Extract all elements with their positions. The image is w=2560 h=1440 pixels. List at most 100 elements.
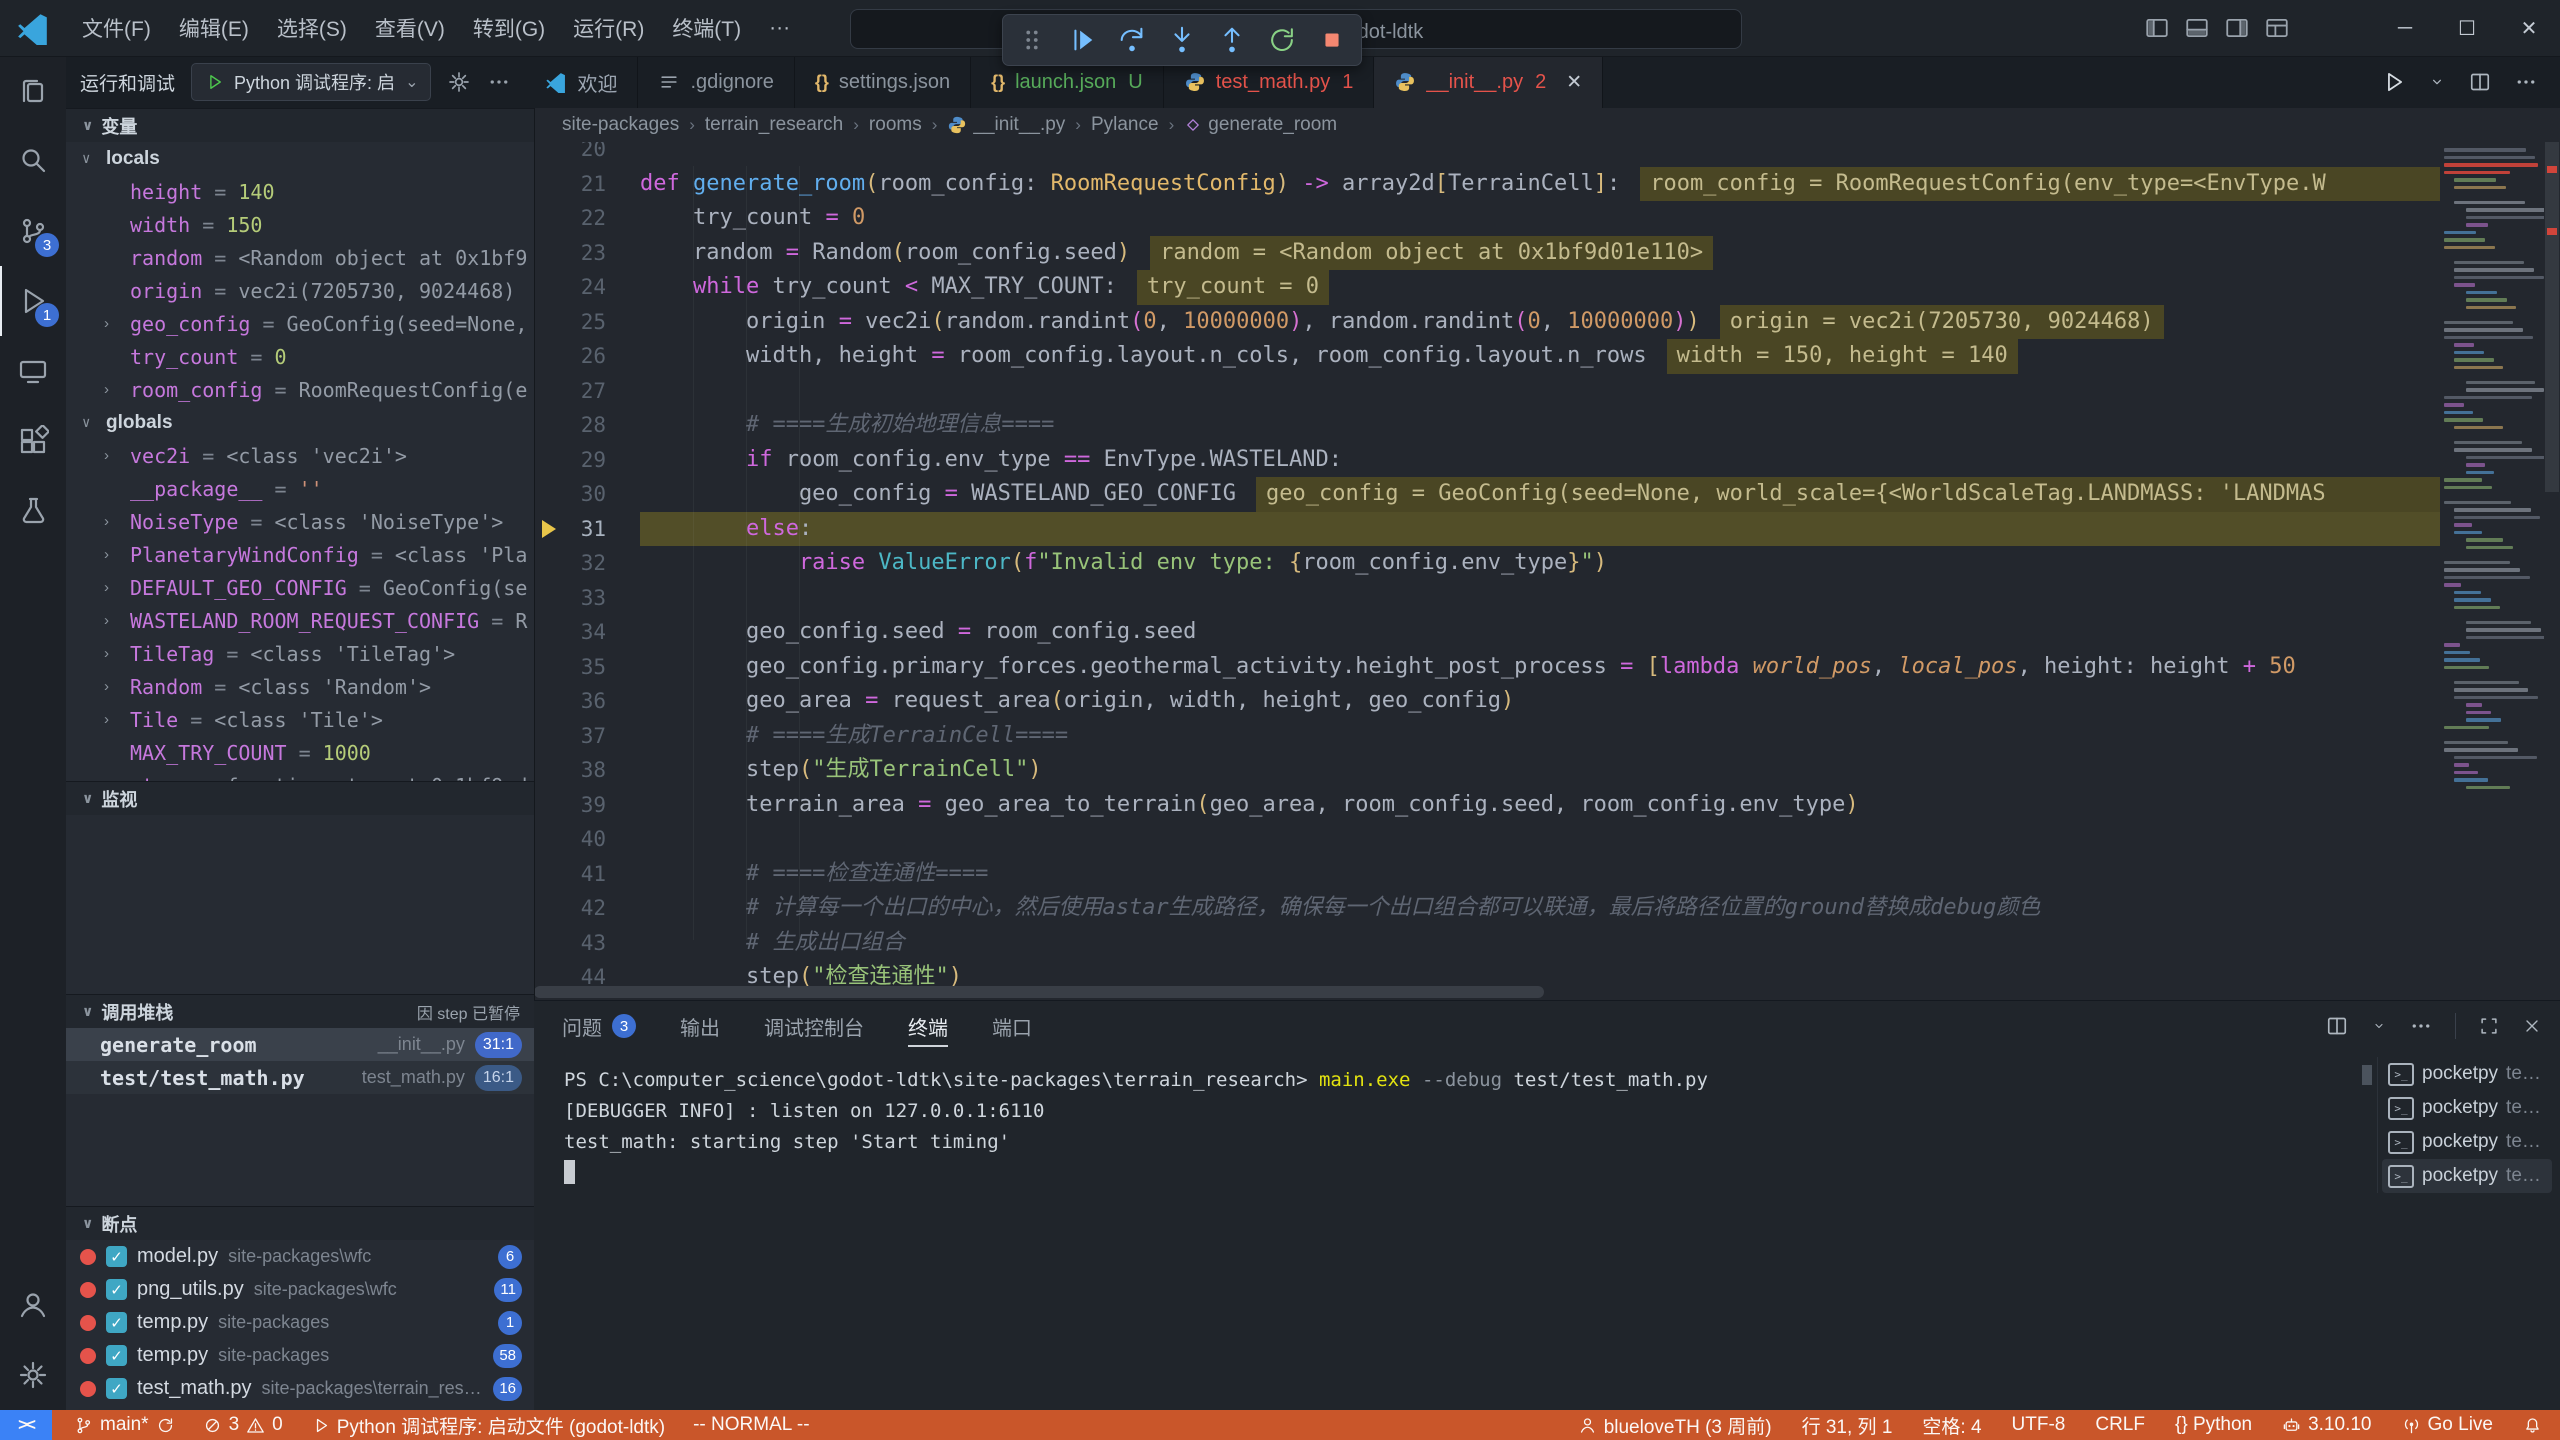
code-editor[interactable]: 2021def generate_room(room_config: RoomR… bbox=[534, 142, 2560, 1000]
variable-row[interactable]: width = 150 bbox=[66, 208, 534, 241]
step-into-button-icon[interactable] bbox=[1167, 25, 1197, 55]
status-problems[interactable]: 30 bbox=[203, 1414, 283, 1436]
code-line-30[interactable]: 30 geo_config = WASTELAND_GEO_CONFIGgeo_… bbox=[534, 477, 2560, 512]
run-dropdown-icon[interactable] bbox=[2428, 73, 2446, 91]
menu-item[interactable]: 运行(R) bbox=[559, 8, 658, 48]
code-line-21[interactable]: 21def generate_room(room_config: RoomReq… bbox=[534, 167, 2560, 202]
breakpoint-row[interactable]: ✓test_math.pysite-packages\terrain_res…1… bbox=[66, 1372, 534, 1405]
panel-tab-终端[interactable]: 终端 bbox=[908, 1001, 948, 1051]
overview-ruler[interactable] bbox=[2544, 142, 2560, 1000]
continue-button-icon[interactable] bbox=[1067, 25, 1097, 55]
terminal-list-item[interactable]: >_pocketpyte… bbox=[2382, 1057, 2552, 1091]
panel-tab-端口[interactable]: 端口 bbox=[992, 1001, 1032, 1051]
variable-row[interactable]: ›geo_config = GeoConfig(seed=None, wor… bbox=[66, 307, 534, 340]
terminal-dropdown-icon[interactable] bbox=[2371, 1018, 2387, 1034]
code-line-37[interactable]: 37 # ====生成TerrainCell==== bbox=[534, 719, 2560, 754]
panel-tab-输出[interactable]: 输出 bbox=[680, 1001, 720, 1051]
variable-row[interactable]: height = 140 bbox=[66, 175, 534, 208]
breadcrumb-item[interactable]: generate_room bbox=[1184, 114, 1337, 136]
menu-item[interactable]: 终端(T) bbox=[658, 8, 755, 48]
code-line-28[interactable]: 28 # ====生成初始地理信息==== bbox=[534, 408, 2560, 443]
breakpoint-row[interactable]: ✓temp.pysite-packages1 bbox=[66, 1306, 534, 1339]
menu-item[interactable]: 编辑(E) bbox=[165, 8, 263, 48]
menu-item[interactable]: 选择(S) bbox=[263, 8, 361, 48]
breakpoint-checkbox[interactable]: ✓ bbox=[106, 1246, 127, 1267]
panel-bottom-icon[interactable] bbox=[2184, 15, 2210, 41]
variable-row[interactable]: ›room_config = RoomRequestConfig(env_t… bbox=[66, 373, 534, 406]
panel-more-actions-icon[interactable] bbox=[2409, 1014, 2433, 1038]
breadcrumb-item[interactable]: rooms bbox=[869, 114, 922, 136]
activity-item-remote-explorer[interactable] bbox=[0, 336, 66, 406]
section-header-breakpoints[interactable]: ∨断点 bbox=[66, 1206, 534, 1240]
code-line-34[interactable]: 34 geo_config.seed = room_config.seed bbox=[534, 615, 2560, 650]
code-line-35[interactable]: 35 geo_config.primary_forces.geothermal_… bbox=[534, 650, 2560, 685]
stack-frame[interactable]: test/test_math.pytest_math.py16:1 bbox=[66, 1061, 534, 1094]
step-out-button-icon[interactable] bbox=[1217, 25, 1247, 55]
breadcrumb-item[interactable]: terrain_research bbox=[705, 114, 843, 136]
editor-more-actions-icon[interactable] bbox=[2514, 70, 2538, 94]
code-line-22[interactable]: 22 try_count = 0 bbox=[534, 201, 2560, 236]
terminal-list-item[interactable]: >_pocketpyte… bbox=[2382, 1125, 2552, 1159]
code-line-24[interactable]: 24 while try_count < MAX_TRY_COUNT:try_c… bbox=[534, 270, 2560, 305]
tab-.gdignore[interactable]: .gdignore bbox=[638, 56, 794, 108]
status-notifications[interactable] bbox=[2523, 1416, 2542, 1435]
debug-config-dropdown[interactable]: Python 调试程序: 启 ⌄ bbox=[191, 63, 431, 101]
menu-item[interactable]: 查看(V) bbox=[361, 8, 459, 48]
breadcrumb-item[interactable]: site-packages bbox=[562, 114, 679, 136]
activity-item-explorer[interactable] bbox=[0, 56, 66, 126]
variable-row[interactable]: ›vec2i = <class 'vec2i'> bbox=[66, 439, 534, 472]
run-python-file-icon[interactable] bbox=[2380, 69, 2406, 95]
variable-row[interactable]: ›DEFAULT_GEO_CONFIG = GeoConfig(seed=1… bbox=[66, 571, 534, 604]
variable-row[interactable]: try_count = 0 bbox=[66, 340, 534, 373]
step-over-button-icon[interactable] bbox=[1117, 25, 1147, 55]
breakpoint-row[interactable]: ✓png_utils.pysite-packages\wfc11 bbox=[66, 1273, 534, 1306]
status-remote-indicator[interactable]: >< bbox=[0, 1410, 52, 1440]
code-line-39[interactable]: 39 terrain_area = geo_area_to_terrain(ge… bbox=[534, 788, 2560, 823]
close-button[interactable]: ✕ bbox=[2498, 0, 2560, 56]
terminal-list-item[interactable]: >_pocketpyte… bbox=[2382, 1091, 2552, 1125]
debug-settings-gear-icon[interactable] bbox=[447, 70, 471, 94]
activity-item-run-and-debug[interactable]: 1 bbox=[0, 266, 66, 336]
start-debugging-icon[interactable] bbox=[204, 72, 224, 92]
breakpoint-row[interactable]: ✓model.pysite-packages\wfc6 bbox=[66, 1240, 534, 1273]
status-encoding[interactable]: UTF-8 bbox=[2012, 1414, 2066, 1436]
status-indentation[interactable]: 空格: 4 bbox=[1922, 1412, 1981, 1439]
breadcrumb-item[interactable]: Pylance bbox=[1091, 114, 1159, 136]
breadcrumb-item[interactable]: __init__.py bbox=[947, 114, 1065, 136]
variable-row[interactable]: origin = vec2i(7205730, 9024468) bbox=[66, 274, 534, 307]
breakpoint-checkbox[interactable]: ✓ bbox=[106, 1345, 127, 1366]
status-python-version[interactable]: 3.10.10 bbox=[2282, 1414, 2371, 1436]
panel-left-icon[interactable] bbox=[2144, 15, 2170, 41]
breakpoint-checkbox[interactable]: ✓ bbox=[106, 1378, 127, 1399]
code-line-43[interactable]: 43 # 生成出口组合 bbox=[534, 926, 2560, 961]
variable-row[interactable]: ›Random = <class 'Random'> bbox=[66, 670, 534, 703]
activity-item-extensions[interactable] bbox=[0, 406, 66, 476]
debug-more-actions-icon[interactable] bbox=[487, 70, 511, 94]
variable-row[interactable]: MAX_TRY_COUNT = 1000 bbox=[66, 736, 534, 769]
terminal-output[interactable]: PS C:\computer_science\godot-ldtk\site-p… bbox=[564, 1065, 2360, 1189]
code-line-32[interactable]: 32 raise ValueError(f"Invalid env type: … bbox=[534, 546, 2560, 581]
variable-row[interactable]: ›PlanetaryWindConfig = <class 'Planeta… bbox=[66, 538, 534, 571]
variable-group-locals[interactable]: ∨locals bbox=[66, 142, 534, 175]
menu-item[interactable]: 文件(F) bbox=[68, 8, 165, 48]
vertical-scrollbar[interactable] bbox=[2545, 142, 2559, 492]
code-line-36[interactable]: 36 geo_area = request_area(origin, width… bbox=[534, 684, 2560, 719]
status-language-mode[interactable]: {} Python bbox=[2175, 1414, 2252, 1436]
panel-tab-调试控制台[interactable]: 调试控制台 bbox=[764, 1001, 864, 1051]
stack-frame[interactable]: generate_room__init__.py31:1 bbox=[66, 1028, 534, 1061]
panel-right-icon[interactable] bbox=[2224, 15, 2250, 41]
variable-row[interactable]: ›NoiseType = <class 'NoiseType'> bbox=[66, 505, 534, 538]
split-terminal-icon[interactable] bbox=[2325, 1014, 2349, 1038]
minimize-button[interactable]: ─ bbox=[2374, 0, 2436, 56]
terminal-list-scrollbar[interactable] bbox=[2362, 1065, 2372, 1085]
minimap[interactable] bbox=[2440, 142, 2544, 1000]
maximize-button[interactable]: ☐ bbox=[2436, 0, 2498, 56]
horizontal-scrollbar[interactable] bbox=[534, 986, 1544, 998]
variable-row[interactable]: __package__ = '' bbox=[66, 472, 534, 505]
breakpoint-checkbox[interactable]: ✓ bbox=[106, 1279, 127, 1300]
section-header-watch[interactable]: ∨监视 bbox=[66, 781, 534, 815]
code-line-27[interactable]: 27 bbox=[534, 374, 2560, 409]
section-header-call-stack[interactable]: ∨调用堆栈因 step 已暂停 bbox=[66, 994, 534, 1028]
tab-__init__.py[interactable]: __init__.py2✕ bbox=[1374, 56, 1603, 108]
code-line-20[interactable]: 20 bbox=[534, 142, 2560, 167]
